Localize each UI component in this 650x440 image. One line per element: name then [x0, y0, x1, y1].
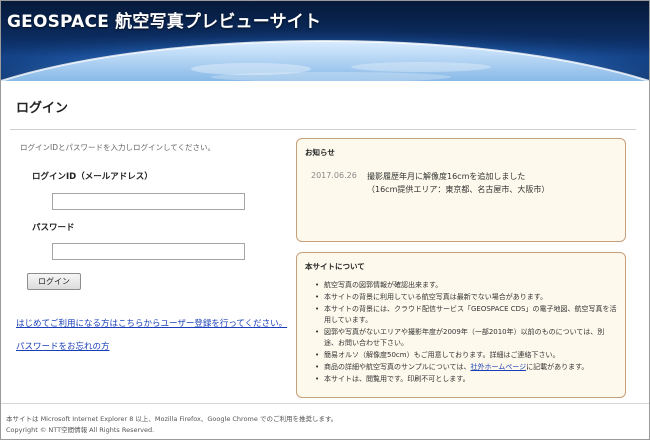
login-id-label: ログインID（メールアドレス）: [32, 172, 153, 182]
copyright: Copyright © NTT空間情報 All Rights Reserved.: [6, 426, 155, 434]
header-banner: GEOSPACE 航空写真プレビューサイト: [1, 1, 649, 81]
notice-title: お知らせ: [305, 148, 335, 157]
list-item: 本サイトの背景には、クラウド配信サービス「GEOSPACE CDS」の電子地図、…: [315, 304, 617, 326]
about-list: 航空写真の図郭情報が確認出来ます。 本サイトの背景に利用している航空写真は最新で…: [315, 280, 617, 386]
divider: [10, 129, 636, 130]
list-item-text: 商品の詳細や航空写真のサンプルについては、: [324, 363, 471, 371]
login-button[interactable]: ログイン: [27, 273, 81, 290]
forgot-password-link[interactable]: パスワードをお忘れの方: [16, 340, 110, 352]
browser-recommendation: 本サイトは Microsoft Internet Explorer 8 以上、M…: [6, 415, 338, 423]
about-title: 本サイトについて: [305, 262, 365, 271]
login-instruction: ログインIDとパスワードを入力しログインしてください。: [20, 143, 216, 152]
password-label: パスワード: [32, 223, 75, 233]
company-homepage-link[interactable]: 社外ホームページ: [470, 363, 526, 371]
list-item: 図郭や写真がないエリアや撮影年度が2009年（一部2010年）以前のものについて…: [315, 327, 617, 349]
notice-date: 2017.06.26: [311, 171, 357, 180]
page-title: ログイン: [16, 101, 69, 116]
password-input[interactable]: [52, 243, 245, 260]
list-item-text: に記載があります。: [526, 363, 589, 371]
notice-line: 撮影履歴年月に解像度16cmを追加しました: [367, 172, 526, 181]
footer-divider: [1, 403, 649, 404]
register-link[interactable]: はじめてご利用になる方はこちらからユーザー登録を行ってください。: [16, 317, 287, 329]
list-item: 本サイトは、閲覧用です。印刷不可とします。: [315, 374, 617, 385]
list-item: 商品の詳細や航空写真のサンプルについては、社外ホームページに記載があります。: [315, 362, 617, 373]
list-item: 本サイトの背景に利用している航空写真は最新でない場合があります。: [315, 292, 617, 303]
list-item: 航空写真の図郭情報が確認出来ます。: [315, 280, 617, 291]
site-title: GEOSPACE 航空写真プレビューサイト: [7, 12, 322, 32]
login-id-input[interactable]: [52, 193, 245, 210]
about-panel: 本サイトについて 航空写真の図郭情報が確認出来ます。 本サイトの背景に利用してい…: [296, 252, 626, 398]
notice-panel: お知らせ 2017.06.26 撮影履歴年月に解像度16cmを追加しました （1…: [296, 138, 626, 242]
notice-text: 撮影履歴年月に解像度16cmを追加しました （16cm提供エリア：東京都、名古屋…: [367, 170, 549, 196]
notice-line: （16cm提供エリア：東京都、名古屋市、大阪市）: [367, 185, 550, 194]
list-item: 簡易オルソ（解像度50cm）もご用意しております。詳細はご連絡下さい。: [315, 350, 617, 361]
